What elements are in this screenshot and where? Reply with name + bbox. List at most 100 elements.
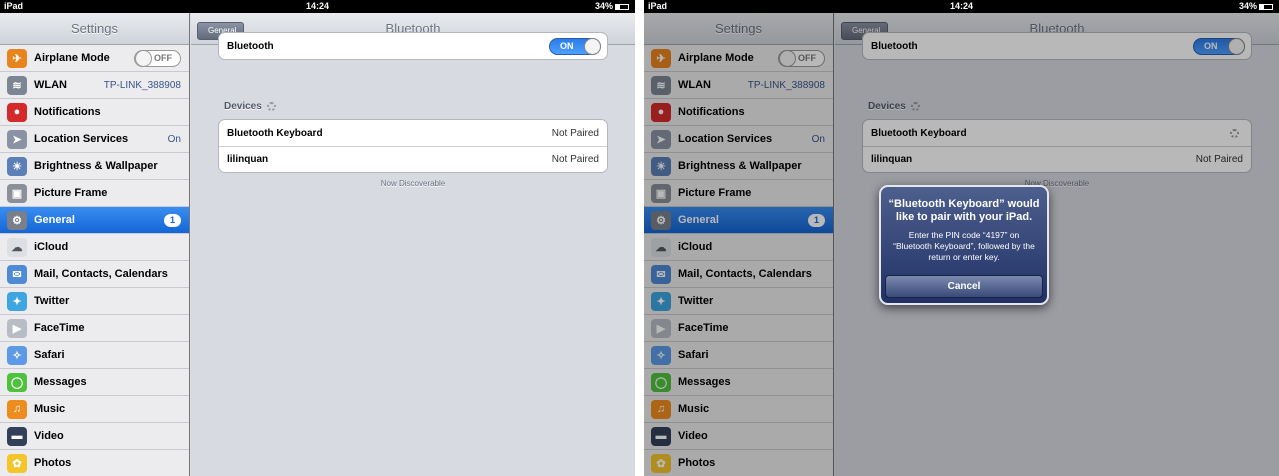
device-name: lilinquan — [227, 154, 269, 165]
device-status: Not Paired — [551, 127, 599, 139]
sidebar-item-messages[interactable]: ◯ Messages — [644, 369, 833, 396]
wifi-icon: ≋ — [7, 75, 27, 95]
music-icon: ♫ — [651, 399, 671, 419]
sidebar-item-icloud[interactable]: ☁ iCloud — [0, 234, 189, 261]
bluetooth-group: Bluetooth ON — [218, 32, 608, 60]
sidebar-item-label: iCloud — [34, 241, 69, 253]
mail-icon: ✉ — [651, 264, 671, 284]
cancel-button[interactable]: Cancel — [885, 275, 1043, 298]
ipad-screen-bluetooth: iPad 14:24 34% Settings ✈ Airplane Mode OF… — [0, 0, 635, 476]
battery-indicator: 34% — [595, 0, 629, 13]
sidebar-item-label: Twitter — [678, 295, 714, 307]
sidebar-item-label: Notifications — [678, 106, 745, 118]
device-row[interactable]: lilinquan Not Paired — [219, 146, 607, 172]
sidebar-item-video[interactable]: ▬ Video — [644, 423, 833, 450]
sidebar-item-wlan[interactable]: ≋ WLAN TP-LINK_388908 — [644, 72, 833, 99]
sidebar-item-mail[interactable]: ✉ Mail, Contacts, Calendars — [0, 261, 189, 288]
sidebar-item-label: Messages — [34, 376, 87, 388]
sidebar-item-twitter[interactable]: ✦ Twitter — [0, 288, 189, 315]
device-row[interactable]: Bluetooth Keyboard Not Paired — [219, 120, 607, 146]
battery-percent: 34% — [594, 1, 613, 11]
sidebar-item-wlan[interactable]: ≋ WLAN TP-LINK_388908 — [0, 72, 189, 99]
device-row[interactable]: lilinquan Not Paired — [863, 146, 1251, 172]
sidebar-item-label: FaceTime — [678, 322, 729, 334]
notifications-icon: ● — [651, 102, 671, 122]
sidebar-item-general[interactable]: ⚙ General 1 — [0, 207, 189, 234]
pairing-alert: “Bluetooth Keyboard” would like to pair … — [879, 185, 1049, 305]
device-status: Not Paired — [551, 154, 599, 165]
twitter-icon: ✦ — [651, 291, 671, 311]
sidebar-item-photos[interactable]: ✿ Photos — [0, 450, 189, 476]
sidebar-item-photos[interactable]: ✿ Photos — [644, 450, 833, 476]
sidebar-item-mail[interactable]: ✉ Mail, Contacts, Calendars — [644, 261, 833, 288]
wifi-icon: ≋ — [651, 75, 671, 95]
toggle-state: OFF — [798, 52, 816, 63]
airplane-icon: ✈ — [7, 48, 27, 68]
messages-icon: ◯ — [7, 372, 27, 392]
bluetooth-row: Bluetooth ON — [219, 33, 607, 59]
sidebar-item-location-services[interactable]: ➤ Location Services On — [644, 126, 833, 153]
picture-frame-icon: ▣ — [651, 183, 671, 203]
sidebar-item-label: WLAN — [678, 79, 711, 91]
alert-title: “Bluetooth Keyboard” would like to pair … — [888, 198, 1040, 223]
devices-header: Devices — [868, 101, 920, 112]
device-name: lilinquan — [871, 154, 913, 165]
sidebar-item-label: Location Services — [678, 133, 773, 145]
devices-header: Devices — [224, 101, 276, 112]
devices-group: Bluetooth Keyboard lilinquan Not Paired — [862, 119, 1252, 173]
sidebar-item-label: Mail, Contacts, Calendars — [34, 268, 168, 280]
sidebar-item-label: iCloud — [678, 241, 713, 253]
video-icon: ▬ — [651, 426, 671, 446]
sidebar-item-video[interactable]: ▬ Video — [0, 423, 189, 450]
mail-icon: ✉ — [7, 264, 27, 284]
sidebar-item-general[interactable]: ⚙ General 1 — [644, 207, 833, 234]
sidebar-item-label: WLAN — [34, 79, 67, 91]
sidebar-item-brightness-wallpaper[interactable]: ☀ Brightness & Wallpaper — [0, 153, 189, 180]
clock: 14:24 — [949, 1, 974, 11]
device-status: Not Paired — [1195, 154, 1243, 165]
sidebar-item-twitter[interactable]: ✦ Twitter — [644, 288, 833, 315]
sidebar-item-facetime[interactable]: ▶ FaceTime — [0, 315, 189, 342]
toggle-knob — [1228, 38, 1245, 55]
sidebar-item-location-services[interactable]: ➤ Location Services On — [0, 126, 189, 153]
sidebar-item-facetime[interactable]: ▶ FaceTime — [644, 315, 833, 342]
sidebar-item-music[interactable]: ♫ Music — [644, 396, 833, 423]
sidebar-item-music[interactable]: ♫ Music — [0, 396, 189, 423]
ipad-screen-pairing: iPad 14:24 34% Settings ✈ Airplane Mode OF… — [644, 0, 1279, 476]
battery-indicator: 34% — [1239, 0, 1273, 13]
airplane-mode-toggle[interactable]: OFF — [134, 49, 181, 67]
sidebar-item-safari[interactable]: ✧ Safari — [644, 342, 833, 369]
sidebar-item-value: On — [811, 133, 825, 145]
toggle-knob — [779, 49, 796, 67]
sidebar-item-airplane-mode[interactable]: ✈ Airplane Mode OFF — [0, 45, 189, 72]
sidebar-item-notifications[interactable]: ● Notifications — [0, 99, 189, 126]
bluetooth-label: Bluetooth — [227, 40, 274, 52]
settings-sidebar: Settings ✈ Airplane Mode OFF ≋ WLAN TP-LINK_3… — [0, 13, 190, 476]
bluetooth-toggle[interactable]: ON — [1193, 38, 1245, 55]
sidebar-item-picture-frame[interactable]: ▣ Picture Frame — [0, 180, 189, 207]
devices-header-label: Devices — [224, 101, 262, 112]
bluetooth-toggle[interactable]: ON — [549, 38, 601, 55]
sidebar-item-notifications[interactable]: ● Notifications — [644, 99, 833, 126]
sidebar-item-safari[interactable]: ✧ Safari — [0, 342, 189, 369]
sidebar-item-picture-frame[interactable]: ▣ Picture Frame — [644, 180, 833, 207]
sidebar-item-label: Picture Frame — [34, 187, 108, 199]
picture-frame-icon: ▣ — [7, 183, 27, 203]
spinner-icon — [1230, 128, 1239, 138]
airplane-mode-toggle[interactable]: OFF — [778, 49, 825, 67]
safari-icon: ✧ — [7, 345, 27, 365]
sidebar-item-messages[interactable]: ◯ Messages — [0, 369, 189, 396]
sidebar-item-brightness-wallpaper[interactable]: ☀ Brightness & Wallpaper — [644, 153, 833, 180]
device-row[interactable]: Bluetooth Keyboard — [863, 120, 1251, 146]
sidebar-item-label: FaceTime — [34, 322, 85, 334]
devices-header-label: Devices — [868, 101, 906, 112]
photos-icon: ✿ — [651, 453, 671, 473]
cloud-icon: ☁ — [651, 237, 671, 257]
sidebar-title: Settings — [0, 13, 189, 45]
sidebar-item-label: General — [34, 214, 75, 226]
gear-icon: ⚙ — [7, 210, 27, 230]
sidebar-item-airplane-mode[interactable]: ✈ Airplane Mode OFF — [644, 45, 833, 72]
sidebar-item-value: TP-LINK_388908 — [747, 79, 825, 91]
sidebar-item-icloud[interactable]: ☁ iCloud — [644, 234, 833, 261]
sidebar-item-label: General — [678, 214, 719, 226]
